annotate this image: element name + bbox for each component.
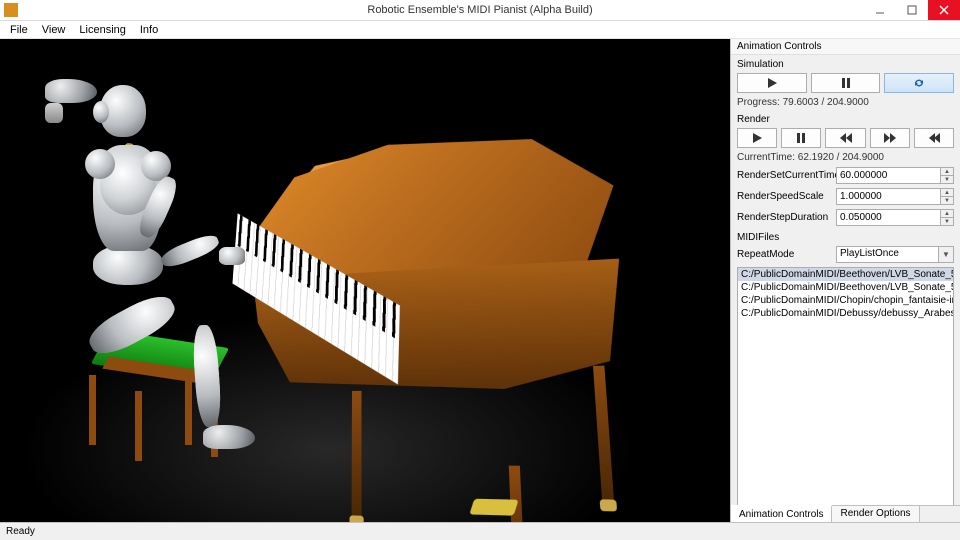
sim-progress-text: Progress: 79.6003 / 204.9000 bbox=[737, 97, 954, 108]
midifiles-group: MIDIFiles RepeatMode PlayListOnce ▼ C:/P… bbox=[737, 232, 954, 505]
midi-list-item[interactable]: C:/PublicDomainMIDI/Debussy/debussy_Arab… bbox=[738, 307, 953, 320]
main-row: Animation Controls Simulation Progress: … bbox=[0, 39, 960, 522]
midi-list-item[interactable]: C:/PublicDomainMIDI/Beethoven/LVB_Sonate… bbox=[738, 268, 953, 281]
repeat-mode-label: RepeatMode bbox=[737, 249, 832, 260]
tab-animation-controls[interactable]: Animation Controls bbox=[731, 505, 832, 522]
simulation-group: Simulation Progress: 79.6003 / 204.9000 bbox=[737, 59, 954, 108]
piano bbox=[220, 118, 659, 456]
play-icon bbox=[766, 77, 778, 89]
menubar: File View Licensing Info bbox=[0, 21, 960, 39]
pause-icon bbox=[795, 132, 807, 144]
close-button[interactable] bbox=[928, 0, 960, 20]
sim-sync-button[interactable] bbox=[884, 73, 954, 93]
minimize-button[interactable] bbox=[864, 0, 896, 20]
menu-view[interactable]: View bbox=[36, 23, 72, 37]
window-title: Robotic Ensemble's MIDI Pianist (Alpha B… bbox=[0, 4, 960, 16]
status-text: Ready bbox=[6, 526, 35, 537]
side-tabs: Animation Controls Render Options bbox=[731, 505, 960, 522]
window-buttons bbox=[864, 0, 960, 20]
panel-body: Simulation Progress: 79.6003 / 204.9000 bbox=[731, 55, 960, 505]
scene bbox=[0, 39, 730, 522]
viewport-3d[interactable] bbox=[0, 39, 730, 522]
app-icon bbox=[4, 3, 18, 17]
sim-play-button[interactable] bbox=[737, 73, 807, 93]
sim-pause-button[interactable] bbox=[811, 73, 881, 93]
render-current-time: CurrentTime: 62.1920 / 204.9000 bbox=[737, 152, 954, 163]
simulation-title: Simulation bbox=[737, 59, 954, 70]
piano-pedals bbox=[469, 499, 518, 516]
render-pause-button[interactable] bbox=[781, 128, 821, 148]
minimize-icon bbox=[875, 5, 885, 15]
render-step-back-button[interactable] bbox=[914, 128, 954, 148]
titlebar: Robotic Ensemble's MIDI Pianist (Alpha B… bbox=[0, 0, 960, 21]
spin-up[interactable]: ▲ bbox=[940, 210, 953, 218]
chevron-down-icon: ▼ bbox=[938, 247, 953, 262]
spin-up[interactable]: ▲ bbox=[940, 189, 953, 197]
render-step-duration-input[interactable] bbox=[836, 209, 954, 226]
render-skip-back-button[interactable] bbox=[825, 128, 865, 148]
render-skip-fwd-button[interactable] bbox=[870, 128, 910, 148]
statusbar: Ready bbox=[0, 522, 960, 540]
play-icon bbox=[751, 132, 763, 144]
panel-header: Animation Controls bbox=[731, 39, 960, 55]
spin-down[interactable]: ▼ bbox=[940, 176, 953, 183]
render-play-button[interactable] bbox=[737, 128, 777, 148]
robot-pianist bbox=[45, 79, 255, 459]
render-speed-scale-label: RenderSpeedScale bbox=[737, 191, 832, 202]
render-set-current-time-input[interactable] bbox=[836, 167, 954, 184]
spin-down[interactable]: ▼ bbox=[940, 197, 953, 204]
midifiles-title: MIDIFiles bbox=[737, 232, 954, 243]
pause-icon bbox=[840, 77, 852, 89]
midi-file-list[interactable]: C:/PublicDomainMIDI/Beethoven/LVB_Sonate… bbox=[737, 267, 954, 505]
skip-fwd-icon bbox=[883, 132, 897, 144]
repeat-mode-value: PlayListOnce bbox=[836, 246, 954, 263]
render-speed-scale-input[interactable] bbox=[836, 188, 954, 205]
render-set-current-time-label: RenderSetCurrentTime bbox=[737, 170, 832, 181]
repeat-mode-select[interactable]: PlayListOnce ▼ bbox=[836, 246, 954, 263]
render-step-duration-label: RenderStepDuration bbox=[737, 212, 832, 223]
menu-file[interactable]: File bbox=[4, 23, 34, 37]
midi-list-item[interactable]: C:/PublicDomainMIDI/Chopin/chopin_fantai… bbox=[738, 294, 953, 307]
tab-render-options[interactable]: Render Options bbox=[832, 506, 919, 522]
spin-up[interactable]: ▲ bbox=[940, 168, 953, 176]
maximize-icon bbox=[907, 5, 917, 15]
midi-list-item[interactable]: C:/PublicDomainMIDI/Beethoven/LVB_Sonate… bbox=[738, 281, 953, 294]
menu-info[interactable]: Info bbox=[134, 23, 164, 37]
menu-licensing[interactable]: Licensing bbox=[73, 23, 131, 37]
maximize-button[interactable] bbox=[896, 0, 928, 20]
step-back-icon bbox=[927, 132, 941, 144]
side-panel: Animation Controls Simulation Progress: … bbox=[730, 39, 960, 522]
spin-down[interactable]: ▼ bbox=[940, 218, 953, 225]
render-group: Render CurrentTime: 62.1920 / 204.9000 R… bbox=[737, 114, 954, 226]
close-icon bbox=[939, 5, 949, 15]
render-title: Render bbox=[737, 114, 954, 125]
sync-icon bbox=[912, 77, 926, 89]
skip-back-icon bbox=[839, 132, 853, 144]
